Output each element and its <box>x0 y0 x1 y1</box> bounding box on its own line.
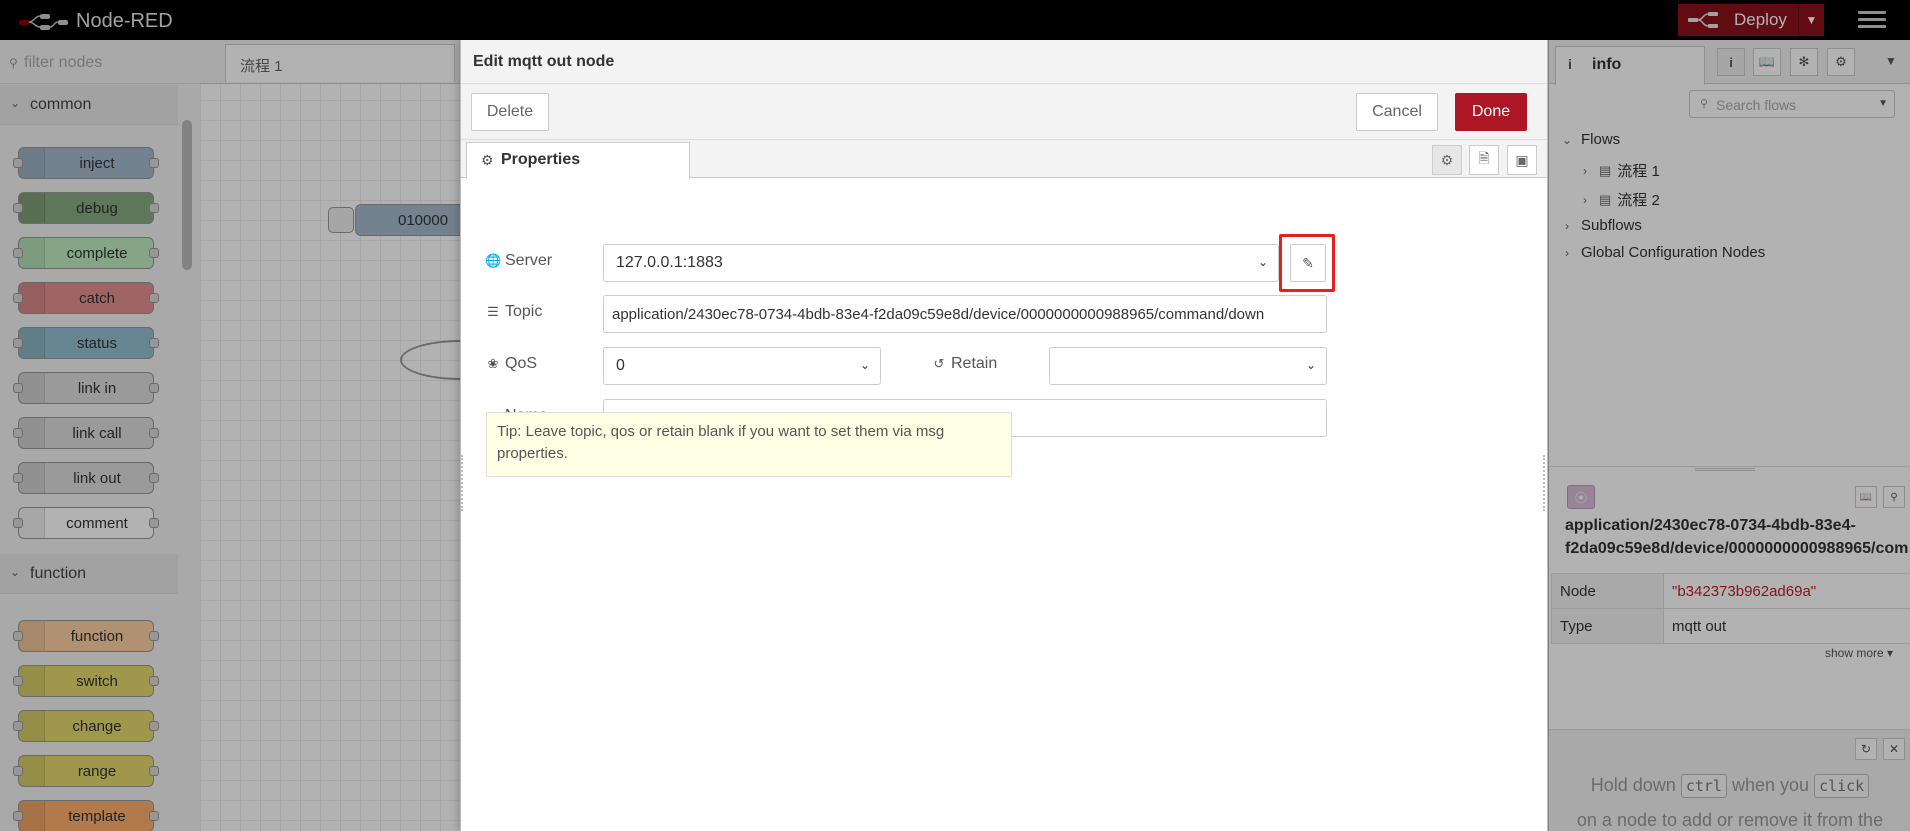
history-icon: ↺ <box>933 356 945 371</box>
retain-label-text: Retain <box>951 355 998 372</box>
topic-label-text: Topic <box>505 303 543 320</box>
server-value: 127.0.0.1:1883 <box>616 254 723 271</box>
chevron-down-icon: ⌄ <box>859 358 870 372</box>
node-settings-gear-icon[interactable]: ⚙ <box>1432 145 1462 175</box>
chevron-down-icon: ⌄ <box>1305 358 1316 372</box>
globe-icon: 🌐 <box>485 253 502 268</box>
tray-header: Edit mqtt out node <box>461 40 1547 84</box>
highlight-box <box>1279 234 1335 292</box>
tray-resize-handle[interactable] <box>461 455 465 511</box>
qos-value: 0 <box>616 357 625 374</box>
retain-select[interactable]: ⌄ <box>1049 347 1327 385</box>
edit-tray: Edit mqtt out node Delete Cancel Done ⚙ … <box>460 40 1548 831</box>
delete-button[interactable]: Delete <box>471 93 549 131</box>
chevron-down-icon: ⌄ <box>1257 255 1268 269</box>
qos-label: ❀ QoS <box>485 355 537 373</box>
tab-properties[interactable]: ⚙ Properties <box>466 142 690 179</box>
server-select[interactable]: 127.0.0.1:1883 ⌄ <box>603 244 1279 282</box>
tray-title: Edit mqtt out node <box>473 53 615 70</box>
modal-overlay-left <box>0 0 460 831</box>
tray-tabbar: ⚙ Properties ⚙ 🗎 ▣ <box>461 140 1547 179</box>
server-label-text: Server <box>505 252 553 269</box>
topic-label: ☰ Topic <box>485 303 542 321</box>
server-label: 🌐 Server <box>485 252 552 270</box>
tip-box: Tip: Leave topic, qos or retain blank if… <box>486 412 1012 477</box>
modal-overlay-right <box>1548 0 1910 831</box>
topic-input[interactable]: application/2430ec78-0734-4bdb-83e4-f2da… <box>603 295 1327 333</box>
retain-label: ↺ Retain <box>931 355 998 373</box>
tab-label: Properties <box>501 151 581 168</box>
done-button[interactable]: Done <box>1455 93 1527 131</box>
appearance-frame-icon[interactable]: ▣ <box>1507 145 1537 175</box>
sidebar-resize-handle[interactable] <box>1543 455 1547 511</box>
qos-label-text: QoS <box>505 355 538 372</box>
tasks-icon: ☰ <box>487 304 499 319</box>
tray-toolbar: Delete Cancel Done <box>461 84 1547 140</box>
description-document-icon[interactable]: 🗎 <box>1469 145 1499 175</box>
empire-icon: ❀ <box>487 356 499 371</box>
qos-select[interactable]: 0 ⌄ <box>603 347 881 385</box>
gear-icon: ⚙ <box>481 152 494 168</box>
cancel-button[interactable]: Cancel <box>1356 93 1438 131</box>
